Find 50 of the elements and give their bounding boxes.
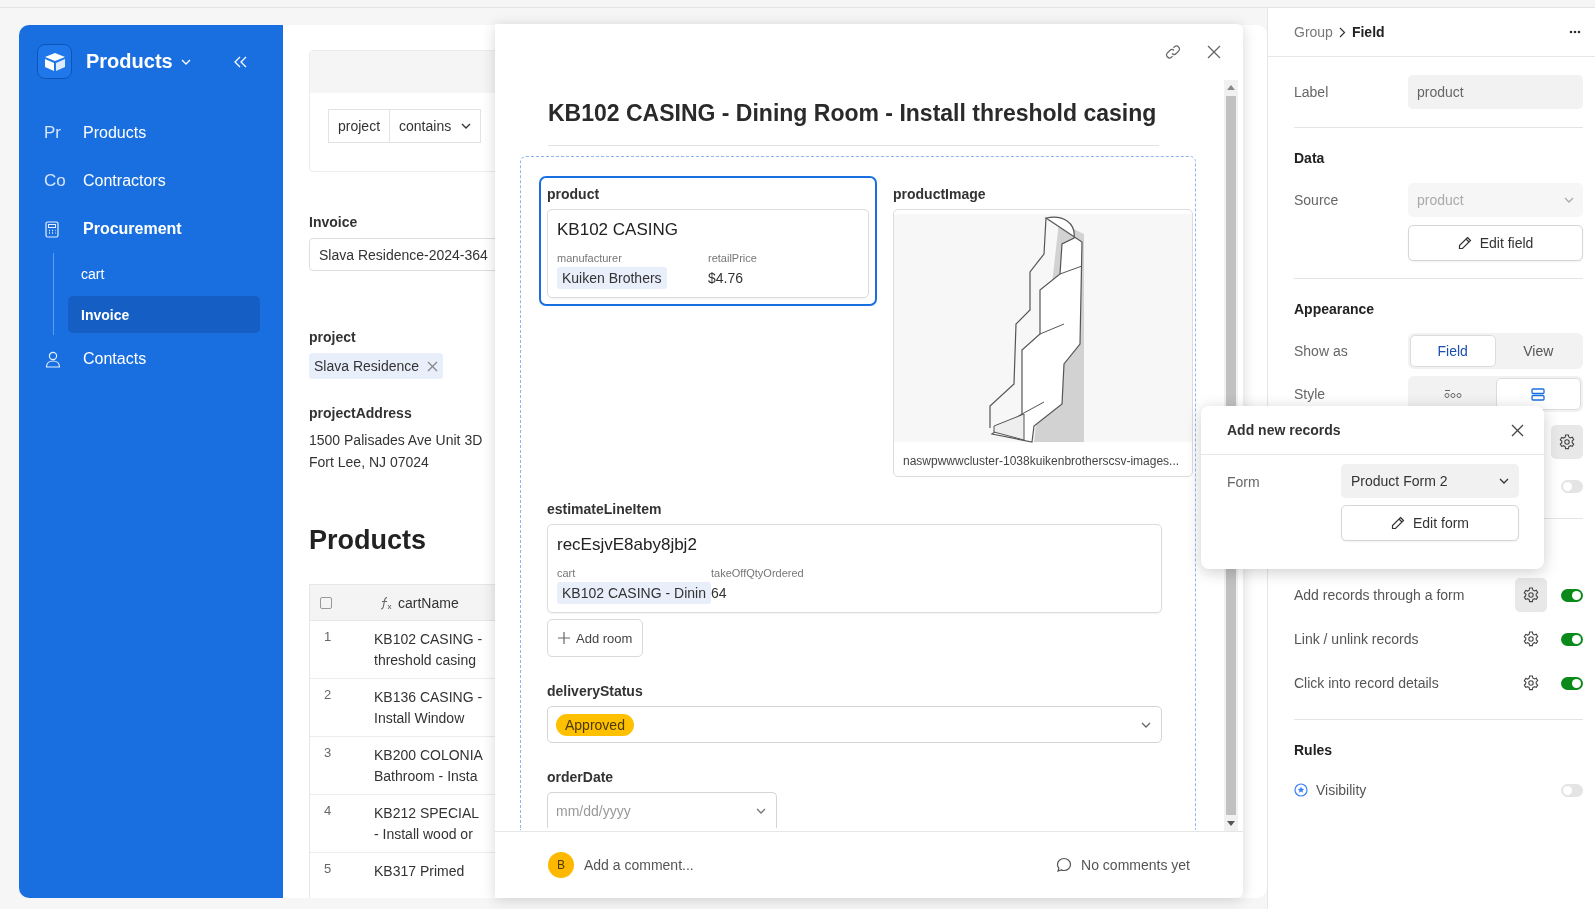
- row-number: 3: [323, 745, 333, 762]
- row-number: 2: [323, 687, 333, 704]
- property-value: $4.76: [708, 269, 745, 288]
- field-label: Invoice: [309, 214, 359, 230]
- property-label: retailPrice: [708, 252, 758, 264]
- property-value: 64: [710, 584, 728, 603]
- option-label: Add records through a form: [1294, 587, 1466, 603]
- address-text: 1500 Palisades Ave Unit 3D Fort Lee, NJ 07024: [309, 431, 484, 472]
- field-label: productImage: [893, 186, 987, 202]
- record-title: recEsjvE8aby8jbj2: [557, 535, 698, 555]
- field-label: product: [547, 186, 601, 202]
- field-label: Form: [1227, 473, 1261, 492]
- field-label: project: [309, 329, 357, 345]
- comment-status: No comments yet: [1081, 857, 1190, 873]
- table-cell-text: KB102 CASING - threshold casing: [374, 630, 483, 670]
- table-cell-text: KB136 CASING - Install Window: [374, 688, 483, 728]
- row-number: 4: [323, 803, 333, 820]
- option-label: Click into record details: [1294, 675, 1440, 691]
- field-label: deliveryStatus: [547, 683, 644, 699]
- section-heading: Products: [309, 525, 428, 556]
- table-cell-text: KB200 COLONIA Bathroom - Insta: [374, 746, 483, 786]
- option-label: Visibility: [1316, 782, 1368, 798]
- row-number: 1: [323, 629, 333, 646]
- table-cell-text: KB317 Primed: [374, 862, 465, 881]
- field-label: Source: [1294, 192, 1340, 208]
- record-title-heading: KB102 CASING - Dining Room - Install threshold casing: [548, 80, 1159, 146]
- section-heading: Rules: [1294, 742, 1334, 758]
- field-label: Style: [1294, 386, 1327, 402]
- field-label: Show as: [1294, 343, 1349, 359]
- status-tag: Approved: [556, 713, 634, 736]
- section-heading: Appearance: [1294, 301, 1376, 317]
- tag-chip: Kuiken Brothers: [557, 267, 667, 289]
- popover-title: Add new records: [1227, 422, 1341, 438]
- field-label: orderDate: [547, 769, 615, 785]
- property-label: cart: [557, 567, 577, 579]
- row-number: 5: [323, 861, 333, 878]
- field-label: Label: [1294, 84, 1330, 100]
- field-label: estimateLineItem: [547, 501, 663, 517]
- field-label: projectAddress: [309, 405, 413, 421]
- property-label: takeOffQtyOrdered: [710, 567, 805, 579]
- item-abbreviation: Pr: [43, 123, 62, 143]
- option-label: Link / unlink records: [1294, 631, 1420, 647]
- table-cell-text: KB212 SPECIAL - Install wood or: [374, 804, 480, 844]
- item-abbreviation: Co: [43, 171, 67, 191]
- section-heading: Data: [1294, 150, 1326, 166]
- tag-chip: KB102 CASING - Dinin: [557, 582, 711, 604]
- image-caption: naswpwwwcluster-1038kuikenbrotherscsv-images...: [902, 453, 1181, 470]
- record-title: KB102 CASING: [557, 220, 679, 240]
- property-label: manufacturer: [557, 252, 623, 264]
- user-avatar: B: [548, 852, 574, 878]
